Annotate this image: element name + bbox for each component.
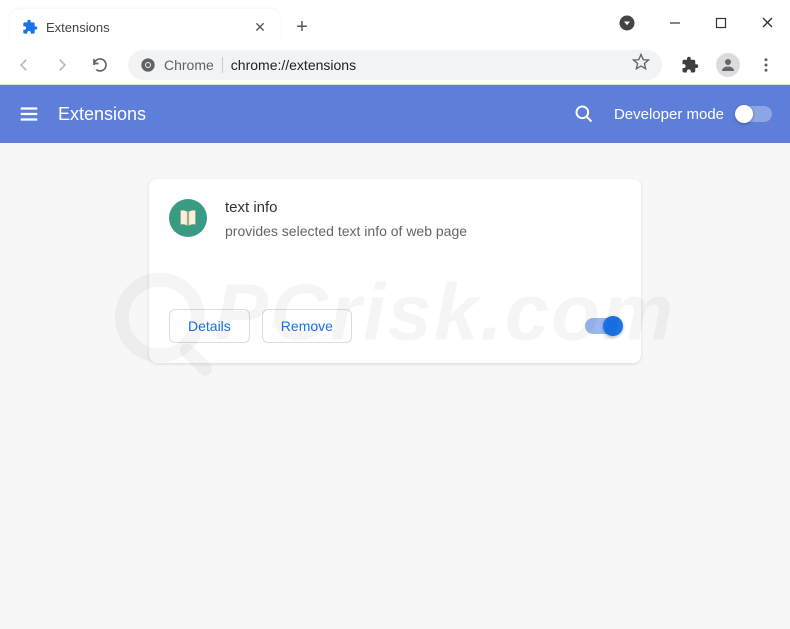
back-button[interactable]: [8, 49, 40, 81]
close-window-button[interactable]: [744, 7, 790, 39]
extensions-content: text info provides selected text info of…: [0, 143, 790, 629]
window-titlebar: Extensions ✕ +: [0, 0, 790, 45]
account-spot-icon[interactable]: [612, 8, 642, 38]
developer-mode-toggle[interactable]: [736, 106, 772, 122]
extension-info: text info provides selected text info of…: [225, 199, 621, 309]
search-icon[interactable]: [574, 104, 594, 124]
tab-strip: Extensions ✕ +: [0, 0, 612, 45]
extension-card-body: text info provides selected text info of…: [169, 199, 621, 309]
details-button[interactable]: Details: [169, 309, 250, 343]
address-bar[interactable]: Chrome chrome://extensions: [128, 50, 662, 80]
remove-button[interactable]: Remove: [262, 309, 352, 343]
reload-button[interactable]: [84, 49, 116, 81]
extension-enable-toggle[interactable]: [585, 318, 621, 334]
extensions-page-header: Extensions Developer mode: [0, 85, 790, 143]
bookmark-star-icon[interactable]: [632, 53, 650, 76]
omnibox-separator: [222, 57, 223, 73]
maximize-button[interactable]: [698, 7, 744, 39]
extension-card: text info provides selected text info of…: [149, 179, 641, 363]
toggle-knob: [603, 316, 623, 336]
minimize-button[interactable]: [652, 7, 698, 39]
browser-toolbar: Chrome chrome://extensions: [0, 45, 790, 85]
extension-name: text info: [225, 199, 621, 216]
puzzle-icon: [22, 19, 38, 35]
chrome-icon: [140, 57, 156, 73]
toggle-knob: [735, 105, 753, 123]
menu-kebab-icon[interactable]: [750, 49, 782, 81]
avatar-icon: [716, 53, 740, 77]
developer-mode-label: Developer mode: [614, 106, 724, 123]
hamburger-menu-icon[interactable]: [18, 103, 40, 125]
book-icon: [169, 199, 207, 237]
omnibox-label: Chrome: [164, 57, 214, 73]
window-controls: [612, 0, 790, 45]
extension-card-footer: Details Remove: [169, 309, 621, 343]
extension-description: provides selected text info of web page: [225, 222, 621, 242]
profile-avatar[interactable]: [712, 49, 744, 81]
browser-tab[interactable]: Extensions ✕: [10, 9, 280, 45]
forward-button[interactable]: [46, 49, 78, 81]
tab-title: Extensions: [46, 20, 244, 35]
extensions-icon[interactable]: [674, 49, 706, 81]
new-tab-button[interactable]: +: [288, 13, 316, 41]
close-tab-icon[interactable]: ✕: [252, 19, 268, 35]
page-title: Extensions: [58, 104, 574, 125]
omnibox-url: chrome://extensions: [231, 57, 356, 73]
omnibox-text: Chrome chrome://extensions: [164, 57, 356, 73]
